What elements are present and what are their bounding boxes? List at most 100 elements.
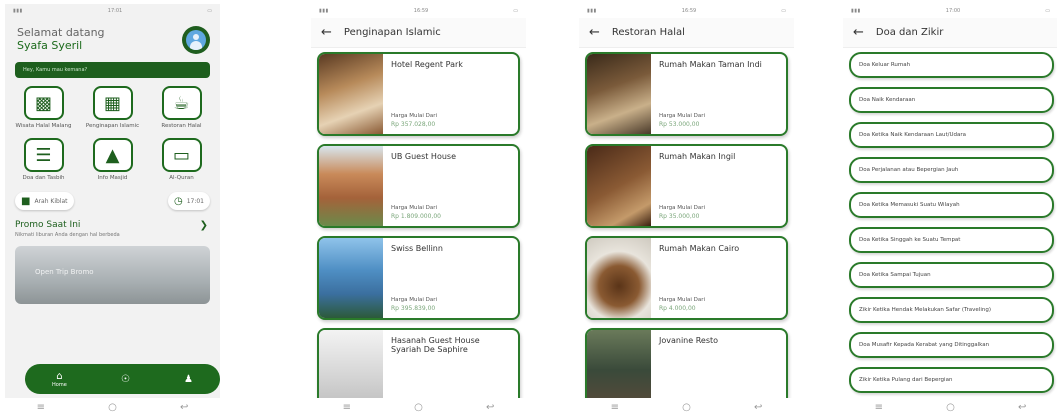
battery-icon: ▭: [781, 8, 786, 14]
promo-card[interactable]: Open Trip Bromo: [15, 246, 210, 304]
menu-penginapan[interactable]: ▦ Penginapan Islamic: [78, 86, 147, 138]
status-time: 17:00: [945, 8, 961, 14]
promo-card-text: Open Trip Bromo: [35, 268, 94, 276]
menu-doa[interactable]: ☰ Doa dan Tasbih: [9, 138, 78, 190]
home-button-icon[interactable]: ○: [414, 402, 423, 413]
item-name: UB Guest House: [391, 152, 456, 161]
item-name: Swiss Bellinn: [391, 244, 443, 253]
menu-icon[interactable]: ≡: [37, 402, 45, 413]
back-icon[interactable]: ↩: [1018, 402, 1026, 413]
item-price: Rp 1.809.000,00: [391, 213, 441, 220]
battery-icon: ▭: [1045, 8, 1050, 14]
status-time: 16:59: [413, 8, 429, 14]
home-button-icon[interactable]: ○: [946, 402, 955, 413]
restaurant-icon: ☕: [161, 86, 202, 120]
list-item[interactable]: Doa Ketika Memasuki Suatu Wilayah: [849, 192, 1054, 218]
avatar[interactable]: [182, 26, 210, 54]
chevron-right-icon[interactable]: ❯: [200, 220, 208, 231]
system-nav-bar: ≡ ○ ↩: [311, 398, 526, 416]
item-name: Rumah Makan Cairo: [659, 244, 740, 253]
menu-icon[interactable]: ≡: [875, 402, 883, 413]
luggage-icon: ▩: [23, 86, 64, 120]
clock-label: 17:01: [186, 197, 204, 205]
hotels-screen: ▮▮▮ 16:59 ▭ ← Penginapan Islamic Hotel R…: [311, 4, 526, 416]
list-item[interactable]: Rumah Makan Taman Indi Harga Mulai Dari …: [585, 52, 788, 136]
home-button-icon[interactable]: ○: [108, 402, 117, 413]
app-bar: ← Doa dan Zikir: [843, 18, 1057, 48]
building-icon: ▦: [92, 86, 133, 120]
item-price: Rp 357.028,00: [391, 121, 436, 128]
system-nav-bar: ≡ ○ ↩: [579, 398, 794, 416]
kaaba-icon: ■: [21, 195, 31, 207]
menu-restoran[interactable]: ☕ Restoran Halal: [147, 86, 216, 138]
restaurant-image: [587, 146, 651, 226]
menu-label: Penginapan Islamic: [85, 123, 140, 129]
menu-masjid[interactable]: ▲ Info Masjid: [78, 138, 147, 190]
price-from-label: Harga Mulai Dari: [659, 113, 706, 119]
search-input[interactable]: Hey, Kamu mau kemana?: [15, 62, 210, 78]
back-arrow-icon[interactable]: ←: [321, 25, 332, 40]
back-arrow-icon[interactable]: ←: [853, 25, 864, 40]
list-item[interactable]: Rumah Makan Cairo Harga Mulai Dari Rp 4.…: [585, 236, 788, 320]
quick-actions: ■ Arah Kiblat ◷ 17:01: [5, 190, 220, 212]
promo-title: Promo Saat Ini: [15, 220, 81, 230]
back-arrow-icon[interactable]: ←: [589, 25, 600, 40]
signal-icon: ▮▮▮: [319, 8, 329, 14]
list-item[interactable]: Doa Ketika Singgah ke Suatu Tempat: [849, 227, 1054, 253]
list-item[interactable]: Rumah Makan Ingil Harga Mulai Dari Rp 35…: [585, 144, 788, 228]
page-title: Restoran Halal: [611, 27, 685, 38]
list-item[interactable]: Doa Naik Kendaraan: [849, 87, 1054, 113]
menu-label: Wisata Halal Malang: [15, 123, 72, 129]
nav-home-label: Home: [52, 381, 67, 388]
nav-home[interactable]: ⌂ Home: [52, 371, 67, 388]
nav-explore[interactable]: ☉: [121, 374, 130, 385]
list-item[interactable]: Doa Musafir Kepada Kerabat yang Ditingga…: [849, 332, 1054, 358]
quran-icon: ▭: [161, 138, 202, 172]
list-item[interactable]: Doa Ketika Naik Kendaraan Laut/Udara: [849, 122, 1054, 148]
doa-screen: ▮▮▮ 17:00 ▭ ← Doa dan Zikir Doa Keluar R…: [843, 4, 1057, 416]
doa-list: Doa Keluar Rumah Doa Naik Kendaraan Doa …: [843, 48, 1057, 393]
signal-icon: ▮▮▮: [13, 8, 23, 14]
qibla-button[interactable]: ■ Arah Kiblat: [15, 192, 74, 210]
menu-quran[interactable]: ▭ Al-Quran: [147, 138, 216, 190]
home-icon: ⌂: [56, 370, 63, 382]
mosque-icon: ▲: [92, 138, 133, 172]
list-item[interactable]: Zikir Ketika Pulang dari Bepergian: [849, 367, 1054, 393]
list-item[interactable]: Doa Ketika Sampai Tujuan: [849, 262, 1054, 288]
back-icon[interactable]: ↩: [754, 402, 762, 413]
status-bar: ▮▮▮ 17:01 ▭: [5, 4, 220, 18]
alarm-clock-icon: ◷: [173, 195, 183, 207]
menu-grid: ▩ Wisata Halal Malang ▦ Penginapan Islam…: [5, 78, 220, 190]
price-from-label: Harga Mulai Dari: [391, 205, 438, 211]
home-button-icon[interactable]: ○: [682, 402, 691, 413]
menu-icon[interactable]: ≡: [343, 402, 351, 413]
price-from-label: Harga Mulai Dari: [659, 205, 706, 211]
hotel-list: Hotel Regent Park Harga Mulai Dari Rp 35…: [311, 48, 526, 412]
status-time: 16:59: [681, 8, 697, 14]
menu-label: Restoran Halal: [161, 123, 202, 129]
menu-label: Al-Quran: [169, 175, 194, 181]
username: Syafa Syeril: [17, 39, 83, 52]
price-from-label: Harga Mulai Dari: [391, 113, 438, 119]
menu-wisata-halal[interactable]: ▩ Wisata Halal Malang: [9, 86, 78, 138]
back-icon[interactable]: ↩: [486, 402, 494, 413]
signal-icon: ▮▮▮: [587, 8, 597, 14]
clock-button[interactable]: ◷ 17:01: [167, 192, 210, 210]
menu-icon[interactable]: ≡: [611, 402, 619, 413]
greeting-section: Selamat datang Syafa Syeril: [5, 18, 220, 56]
user-icon: [186, 30, 206, 50]
status-bar: ▮▮▮ 16:59 ▭: [579, 4, 794, 18]
nav-profile[interactable]: ♟: [184, 374, 193, 385]
item-price: Rp 395.839,00: [391, 305, 436, 312]
restaurant-image: [587, 54, 651, 134]
list-item[interactable]: Zikir Ketika Hendak Melakukan Safar (Tra…: [849, 297, 1054, 323]
restaurant-list: Rumah Makan Taman Indi Harga Mulai Dari …: [579, 48, 794, 412]
back-icon[interactable]: ↩: [180, 402, 188, 413]
list-item[interactable]: Doa Keluar Rumah: [849, 52, 1054, 78]
compass-icon: ☉: [120, 373, 130, 385]
item-name: Hasanah Guest House Syariah De Saphire: [391, 336, 480, 354]
list-item[interactable]: Swiss Bellinn Harga Mulai Dari Rp 395.83…: [317, 236, 520, 320]
list-item[interactable]: Hotel Regent Park Harga Mulai Dari Rp 35…: [317, 52, 520, 136]
list-item[interactable]: Doa Perjalanan atau Bepergian Jauh: [849, 157, 1054, 183]
list-item[interactable]: UB Guest House Harga Mulai Dari Rp 1.809…: [317, 144, 520, 228]
